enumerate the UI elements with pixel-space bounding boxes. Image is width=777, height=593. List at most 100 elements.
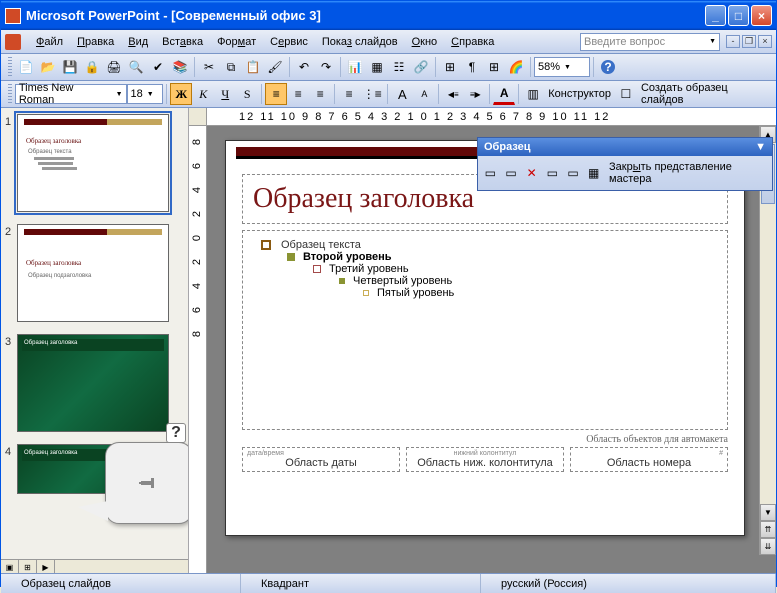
zoom-combo[interactable]: 58%▼ (534, 57, 590, 77)
increase-font-button[interactable] (391, 83, 413, 105)
menu-file[interactable]: Файл (29, 33, 70, 51)
window-title: Microsoft PowerPoint - [Современный офис… (26, 8, 705, 23)
control-menu-icon[interactable] (5, 34, 21, 50)
tables-borders-button[interactable] (388, 56, 410, 78)
align-right-button[interactable] (309, 83, 331, 105)
number-placeholder[interactable]: # Область номера (570, 447, 728, 472)
scroll-down-button[interactable]: ▼ (760, 504, 776, 521)
font-size: 18 (131, 88, 143, 100)
new-slide-master-label[interactable]: Создать образец слайдов (637, 82, 772, 106)
preserve-master-button[interactable] (543, 163, 562, 183)
help-popup[interactable] (105, 442, 189, 524)
close-master-view-button[interactable]: Закрыть представление мастера (605, 159, 769, 187)
footer-placeholder[interactable]: нижний колонтитул Область ниж. колонтиту… (406, 447, 564, 472)
design-label[interactable]: Конструктор (544, 88, 615, 100)
align-center-button[interactable] (287, 83, 309, 105)
italic-button[interactable]: К (192, 83, 214, 105)
decrease-indent-button[interactable] (442, 83, 464, 105)
level2-text: Второй уровень (303, 251, 392, 263)
research-button[interactable]: 📚 (169, 56, 191, 78)
open-button[interactable] (37, 56, 59, 78)
minimize-button[interactable]: _ (705, 5, 726, 26)
toolbar-grip[interactable] (8, 84, 12, 104)
slide-thumbnail-3[interactable]: Образец заголовка (17, 334, 169, 432)
mdi-minimize-button[interactable]: - (726, 35, 740, 48)
design-button[interactable] (522, 83, 544, 105)
underline-button[interactable]: Ч (214, 83, 236, 105)
close-button[interactable]: × (751, 5, 772, 26)
date-placeholder[interactable]: дата/время Область даты (242, 447, 400, 472)
spelling-button[interactable]: ✔ (147, 56, 169, 78)
color-grayscale-button[interactable] (505, 56, 527, 78)
decrease-font-button[interactable] (413, 83, 435, 105)
standard-toolbar: ✔ 📚 🔗 ¶ ⊞ 58%▼ (1, 54, 776, 81)
view-buttons: ▣ ⊞ ▶ (1, 559, 189, 573)
master-toolbar[interactable]: Образец ▼ Закрыть представление мастера (477, 137, 773, 191)
numbering-button[interactable] (338, 83, 360, 105)
new-slide-button[interactable] (615, 83, 637, 105)
bullets-button[interactable] (360, 83, 384, 105)
normal-view-button[interactable]: ▣ (1, 560, 19, 573)
body-placeholder[interactable]: Образец текста Второй уровень Третий уро… (242, 230, 728, 430)
help-button[interactable] (597, 56, 619, 78)
font-color-button[interactable]: A (493, 83, 515, 105)
cut-button[interactable] (198, 56, 220, 78)
delete-master-button[interactable] (522, 163, 541, 183)
permission-button[interactable] (81, 56, 103, 78)
toolbar-grip[interactable] (8, 57, 12, 77)
font-combo[interactable]: Times New Roman▼ (15, 84, 127, 104)
master-toolbar-title[interactable]: Образец ▼ (478, 138, 772, 156)
thumbnail-pane: 1 Образец заголовка Образец текста 2 Обр… (1, 108, 189, 573)
menu-view[interactable]: Вид (121, 33, 155, 51)
menu-slideshow[interactable]: Показ слайдов (315, 33, 405, 51)
rename-master-button[interactable] (564, 163, 583, 183)
expand-all-button[interactable] (439, 56, 461, 78)
next-slide-button[interactable]: ⇊ (760, 538, 776, 555)
copy-button[interactable] (220, 56, 242, 78)
insert-hyperlink-button[interactable]: 🔗 (410, 56, 432, 78)
horizontal-ruler[interactable]: 12 11 10 9 8 7 6 5 4 3 2 1 0 1 2 3 4 5 6… (207, 108, 776, 126)
slideshow-view-button[interactable]: ▶ (37, 560, 55, 573)
insert-slide-master-button[interactable] (481, 163, 500, 183)
font-size-combo[interactable]: 18▼ (127, 84, 164, 104)
mdi-restore-button[interactable]: ❐ (742, 35, 756, 48)
menu-format[interactable]: Формат (210, 33, 263, 51)
shadow-button[interactable]: S (236, 83, 258, 105)
menu-help[interactable]: Справка (444, 33, 501, 51)
question-input[interactable]: Введите вопрос ▼ (580, 33, 720, 51)
app-icon (5, 8, 21, 24)
maximize-button[interactable]: □ (728, 5, 749, 26)
formatting-toolbar: Times New Roman▼ 18▼ Ж К Ч S A Конструкт… (1, 81, 776, 108)
menu-edit[interactable]: Правка (70, 33, 121, 51)
mdi-close-button[interactable]: × (758, 35, 772, 48)
show-formatting-button[interactable]: ¶ (461, 56, 483, 78)
menu-window[interactable]: Окно (405, 33, 445, 51)
sorter-view-button[interactable]: ⊞ (19, 560, 37, 573)
slide-thumbnail-2[interactable]: Образец заголовка Образец подзаголовка (17, 224, 169, 322)
bold-button[interactable]: Ж (170, 83, 192, 105)
status-language[interactable]: русский (Россия) (481, 574, 776, 593)
save-button[interactable] (59, 56, 81, 78)
increase-indent-button[interactable] (464, 83, 486, 105)
print-preview-button[interactable] (125, 56, 147, 78)
show-grid-button[interactable]: ⊞ (483, 56, 505, 78)
master-layout-button[interactable] (584, 163, 603, 183)
insert-title-master-button[interactable] (502, 163, 521, 183)
prev-slide-button[interactable]: ⇈ (760, 521, 776, 538)
menu-tools[interactable]: Сервис (263, 33, 315, 51)
paste-button[interactable] (242, 56, 264, 78)
new-button[interactable] (15, 56, 37, 78)
align-left-button[interactable] (265, 83, 287, 105)
menu-insert[interactable]: Вставка (155, 33, 210, 51)
redo-button[interactable] (315, 56, 337, 78)
slide-thumbnail-1[interactable]: Образец заголовка Образец текста (17, 114, 169, 212)
insert-chart-button[interactable] (344, 56, 366, 78)
slide-canvas[interactable]: Область заголовка для автомакета Образец… (207, 126, 776, 573)
vertical-ruler[interactable]: 864202468 (189, 126, 207, 573)
thumb-number: 4 (5, 444, 17, 494)
print-button[interactable] (103, 56, 125, 78)
format-painter-button[interactable] (264, 56, 286, 78)
insert-table-button[interactable] (366, 56, 388, 78)
dropdown-icon[interactable]: ▼ (755, 141, 766, 153)
undo-button[interactable] (293, 56, 315, 78)
